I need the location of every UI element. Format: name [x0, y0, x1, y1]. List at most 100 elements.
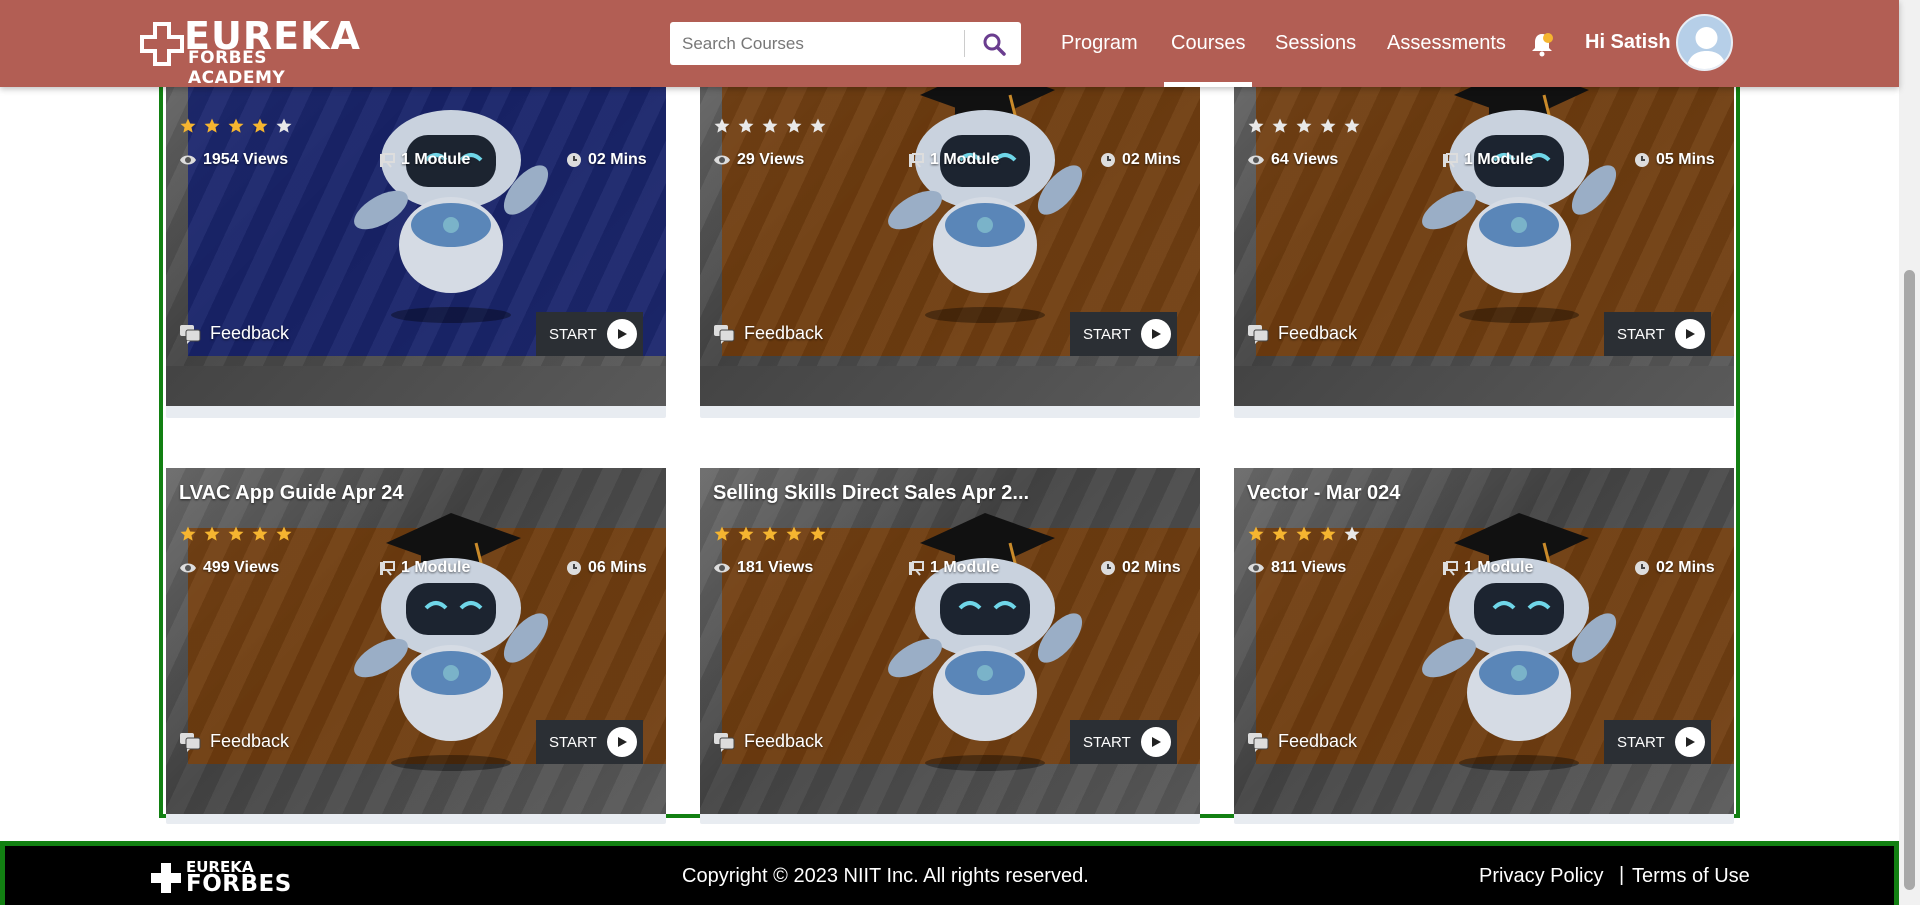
course-views: 1954 Views [179, 151, 288, 169]
search-icon [983, 33, 1006, 56]
course-modules: 1 Module [379, 151, 470, 169]
feedback-button[interactable]: Feedback [1247, 323, 1357, 344]
course-rating [1247, 117, 1361, 135]
start-course-button[interactable]: START [1604, 720, 1711, 764]
clock-icon [1635, 561, 1649, 575]
module-icon [380, 561, 395, 576]
nav-courses-label: Courses [1171, 32, 1246, 54]
top-navigation-bar: EUREKA FORBES ACADEMY Program Courses Se… [0, 0, 1899, 88]
user-avatar-icon [1686, 27, 1727, 69]
rating-star-icon [714, 526, 730, 541]
eye-icon [180, 563, 196, 573]
search-divider [964, 30, 965, 57]
course-duration-text: 05 Mins [1656, 151, 1715, 168]
notification-bell-icon[interactable] [1528, 30, 1556, 58]
feedback-icon [714, 732, 735, 752]
feedback-icon [714, 324, 735, 344]
course-card[interactable]: LVAC App Guide Apr 24 499 Views 1 Module… [166, 468, 666, 824]
course-rating [179, 117, 293, 135]
feedback-button[interactable]: Feedback [1247, 731, 1357, 752]
start-course-button[interactable]: START [536, 312, 643, 356]
feedback-label: Feedback [1278, 731, 1358, 751]
course-modules: 1 Module [379, 559, 470, 577]
rating-star-icon [1248, 526, 1264, 541]
clock-icon [567, 561, 581, 575]
eye-icon [714, 563, 730, 573]
nav-courses[interactable]: Courses [1164, 0, 1253, 87]
feedback-button[interactable]: Feedback [713, 323, 823, 344]
course-duration: 02 Mins [1100, 559, 1181, 577]
rating-star-icon [252, 526, 268, 541]
rating-star-icon [1320, 118, 1336, 133]
course-duration: 02 Mins [566, 151, 647, 169]
eureka-forbes-academy-logo[interactable]: EUREKA FORBES ACADEMY [140, 14, 360, 88]
search-input[interactable] [670, 22, 963, 65]
course-duration: 02 Mins [1100, 151, 1181, 169]
terms-of-use-link[interactable]: Terms of Use [1632, 865, 1750, 888]
course-modules: 1 Module [908, 559, 999, 577]
play-icon [1140, 727, 1171, 757]
course-rating [1247, 525, 1361, 543]
play-icon [606, 319, 637, 349]
course-duration-text: 02 Mins [588, 151, 647, 168]
rating-star-icon [228, 526, 244, 541]
footer: EUREKA FORBES Copyright © 2023 NIIT Inc.… [0, 841, 1899, 905]
rating-star-icon [276, 526, 292, 541]
course-views: 29 Views [713, 151, 804, 169]
footer-logo-cross-icon [151, 863, 181, 893]
course-modules-text: 1 Module [1464, 151, 1534, 168]
course-views-text: 811 Views [1271, 559, 1347, 576]
course-title[interactable]: Selling Skills Direct Sales Apr 2... [713, 482, 1029, 505]
course-card[interactable]: Selling Skills Direct Sales Apr 2... 181… [700, 468, 1200, 824]
rating-star-icon [228, 118, 244, 133]
course-duration-text: 06 Mins [588, 559, 647, 576]
feedback-label: Feedback [1278, 323, 1358, 343]
eye-icon [714, 155, 730, 165]
course-title[interactable]: LVAC App Guide Apr 24 [179, 482, 403, 505]
nav-assessments[interactable]: Assessments [1387, 0, 1506, 87]
module-icon [909, 153, 924, 168]
course-card[interactable]: Vector - Mar 024 811 Views 1 Module 02 M… [1234, 468, 1734, 824]
rating-star-icon [1272, 118, 1288, 133]
course-views-text: 181 Views [737, 559, 814, 576]
eye-icon [180, 155, 196, 165]
course-modules: 1 Module [908, 151, 999, 169]
course-duration-text: 02 Mins [1122, 559, 1181, 576]
nav-sessions[interactable]: Sessions [1275, 0, 1356, 87]
start-course-button[interactable]: START [536, 720, 643, 764]
course-rating [713, 525, 827, 543]
clock-icon [1635, 153, 1649, 167]
course-views: 64 Views [1247, 151, 1338, 169]
course-title[interactable]: Vector - Mar 024 [1247, 482, 1400, 505]
start-label: START [1083, 325, 1131, 343]
feedback-button[interactable]: Feedback [179, 731, 289, 752]
start-course-button[interactable]: START [1604, 312, 1711, 356]
course-views: 181 Views [713, 559, 813, 577]
course-modules: 1 Module [1442, 559, 1533, 577]
feedback-button[interactable]: Feedback [713, 731, 823, 752]
rating-star-icon [180, 118, 196, 133]
rating-star-icon [1296, 118, 1312, 133]
rating-star-icon [1296, 526, 1312, 541]
logo-cross-icon [140, 22, 184, 66]
footer-logo[interactable]: EUREKA FORBES [150, 858, 300, 898]
nav-program[interactable]: Program [1061, 0, 1138, 87]
search-button[interactable] [966, 22, 1021, 65]
rating-star-icon [738, 526, 754, 541]
start-course-button[interactable]: START [1070, 312, 1177, 356]
scrollbar-thumb[interactable] [1904, 270, 1915, 890]
feedback-button[interactable]: Feedback [179, 323, 289, 344]
start-label: START [1083, 733, 1131, 751]
clock-icon [1101, 153, 1115, 167]
rating-star-icon [276, 118, 292, 133]
course-duration: 05 Mins [1634, 151, 1715, 169]
start-course-button[interactable]: START [1070, 720, 1177, 764]
user-avatar[interactable] [1676, 14, 1733, 71]
module-icon [1443, 561, 1458, 576]
start-label: START [549, 325, 597, 343]
privacy-policy-link[interactable]: Privacy Policy [1479, 865, 1603, 888]
page-scrollbar[interactable] [1899, 0, 1920, 905]
rating-star-icon [738, 118, 754, 133]
clock-icon [1101, 561, 1115, 575]
rating-star-icon [786, 526, 802, 541]
